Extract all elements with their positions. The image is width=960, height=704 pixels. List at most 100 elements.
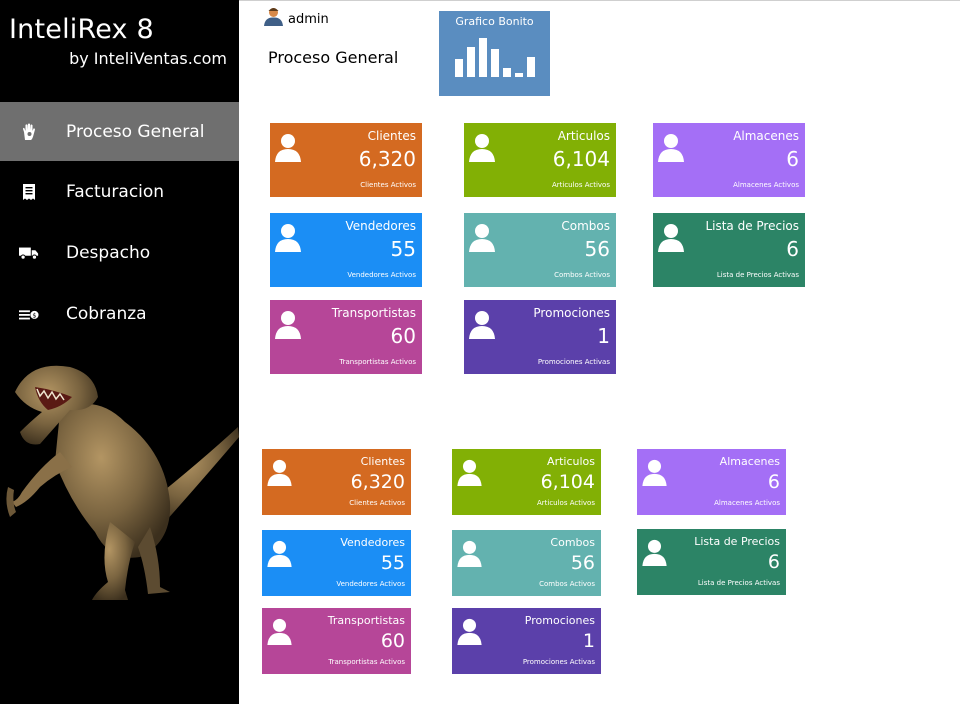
tile-title: Vendedores	[340, 536, 405, 549]
tile-value: 60	[380, 630, 405, 652]
sidebar-item-proceso-general[interactable]: Proceso General	[0, 102, 239, 161]
person-icon	[457, 458, 482, 490]
tile-vendedores[interactable]: Vendedores 55 Vendedores Activos	[262, 530, 411, 596]
tile-title: Lista de Precios	[705, 219, 799, 233]
chart-tile[interactable]: Grafico Bonito	[439, 11, 550, 96]
tile-transportistas[interactable]: Transportistas 60 Transportistas Activos	[270, 300, 422, 374]
tile-title: Combos	[550, 536, 595, 549]
tile-clientes[interactable]: Clientes 6,320 Clientes Activos	[262, 449, 411, 515]
top-border	[239, 0, 960, 1]
tile-subtitle: Lista de Precios Activas	[697, 579, 780, 587]
person-icon	[658, 222, 684, 256]
person-icon	[275, 132, 301, 166]
tile-articulos[interactable]: Articulos 6,104 Articulos Activos	[452, 449, 601, 515]
tile-title: Almacenes	[719, 455, 780, 468]
username: admin	[288, 11, 329, 27]
tile-subtitle: Vendedores Activos	[336, 580, 405, 588]
tile-title: Promociones	[533, 306, 610, 320]
tile-value: 55	[380, 552, 405, 574]
tile-transportistas[interactable]: Transportistas 60 Transportistas Activos	[262, 608, 411, 674]
tile-value: 55	[390, 237, 416, 261]
tile-almacenes[interactable]: Almacenes 6 Almacenes Activos	[637, 449, 786, 515]
brand-title: InteliRex 8	[9, 14, 154, 45]
tile-value: 60	[390, 324, 416, 348]
tile-lista-de-precios[interactable]: Lista de Precios 6 Lista de Precios Acti…	[637, 529, 786, 595]
tile-subtitle: Vendedores Activos	[347, 271, 416, 279]
sidebar: InteliRex 8 by InteliVentas.com Proceso …	[0, 0, 239, 704]
tile-title: Combos	[561, 219, 610, 233]
tile-value: 56	[570, 552, 595, 574]
tile-value: 6	[786, 237, 799, 261]
tile-articulos[interactable]: Articulos 6,104 Articulos Activos	[464, 123, 616, 197]
brand-subtitle: by InteliVentas.com	[69, 49, 227, 68]
tile-title: Articulos	[547, 455, 595, 468]
tile-value: 6	[767, 471, 780, 493]
tile-value: 56	[584, 237, 610, 261]
tile-value: 6	[767, 551, 780, 573]
tile-subtitle: Almacenes Activos	[714, 499, 780, 507]
tile-subtitle: Clientes Activos	[360, 181, 416, 189]
tile-title: Articulos	[557, 129, 610, 143]
person-icon	[642, 458, 667, 490]
tile-subtitle: Almacenes Activos	[733, 181, 799, 189]
tile-value: 6,104	[552, 147, 610, 171]
sidebar-item-label: Facturacion	[66, 181, 165, 202]
tile-subtitle: Promociones Activas	[522, 658, 595, 666]
tile-combos[interactable]: Combos 56 Combos Activos	[452, 530, 601, 596]
person-icon	[275, 309, 301, 343]
tile-title: Clientes	[367, 129, 416, 143]
tile-almacenes[interactable]: Almacenes 6 Almacenes Activos	[653, 123, 805, 197]
tile-value: 6	[786, 147, 799, 171]
tile-subtitle: Transportistas Activos	[339, 358, 416, 366]
person-icon	[469, 222, 495, 256]
page-title: Proceso General	[268, 48, 399, 67]
tile-promociones[interactable]: Promociones 1 Promociones Activas	[464, 300, 616, 374]
tile-title: Clientes	[360, 455, 405, 468]
tile-value: 1	[582, 630, 595, 652]
tile-lista-de-precios[interactable]: Lista de Precios 6 Lista de Precios Acti…	[653, 213, 805, 287]
hand-icon	[19, 122, 39, 142]
tile-subtitle: Clientes Activos	[349, 499, 405, 507]
person-icon	[267, 617, 292, 649]
user-avatar-icon	[263, 6, 284, 30]
person-icon	[275, 222, 301, 256]
tile-combos[interactable]: Combos 56 Combos Activos	[464, 213, 616, 287]
person-icon	[267, 458, 292, 490]
sidebar-item-label: Despacho	[66, 242, 151, 263]
person-icon	[469, 132, 495, 166]
person-icon	[658, 132, 684, 166]
person-icon	[457, 539, 482, 571]
tile-title: Transportistas	[327, 614, 405, 627]
cash-icon: $	[19, 304, 39, 324]
tile-clientes[interactable]: Clientes 6,320 Clientes Activos	[270, 123, 422, 197]
sidebar-item-label: Cobranza	[66, 303, 147, 324]
tile-promociones[interactable]: Promociones 1 Promociones Activas	[452, 608, 601, 674]
sidebar-item-label: Proceso General	[66, 121, 205, 142]
tile-subtitle: Articulos Activos	[551, 181, 610, 189]
tile-value: 6,104	[540, 471, 595, 493]
tile-vendedores[interactable]: Vendedores 55 Vendedores Activos	[270, 213, 422, 287]
bar-chart-icon	[455, 38, 535, 77]
user-badge[interactable]: admin	[263, 6, 329, 30]
tile-title: Transportistas	[331, 306, 416, 320]
sidebar-item-facturacion[interactable]: Facturacion	[0, 161, 239, 222]
person-icon	[642, 538, 667, 570]
tile-subtitle: Transportistas Activos	[328, 658, 405, 666]
tile-title: Almacenes	[733, 129, 799, 143]
tile-subtitle: Lista de Precios Activas	[716, 271, 799, 279]
sidebar-item-cobranza[interactable]: $ Cobranza	[0, 283, 239, 344]
person-icon	[457, 617, 482, 649]
tile-value: 1	[597, 324, 610, 348]
tile-title: Promociones	[524, 614, 595, 627]
sidebar-item-despacho[interactable]: Despacho	[0, 222, 239, 283]
tile-subtitle: Combos Activos	[554, 271, 610, 279]
dinosaur-image	[6, 365, 239, 600]
receipt-icon	[19, 182, 39, 202]
chart-tile-label: Grafico Bonito	[455, 15, 534, 28]
svg-text:$: $	[32, 312, 36, 319]
tile-value: 6,320	[358, 147, 416, 171]
tile-title: Vendedores	[345, 219, 416, 233]
tile-title: Lista de Precios	[694, 535, 780, 548]
tile-subtitle: Articulos Activos	[536, 499, 595, 507]
truck-icon	[19, 243, 39, 263]
